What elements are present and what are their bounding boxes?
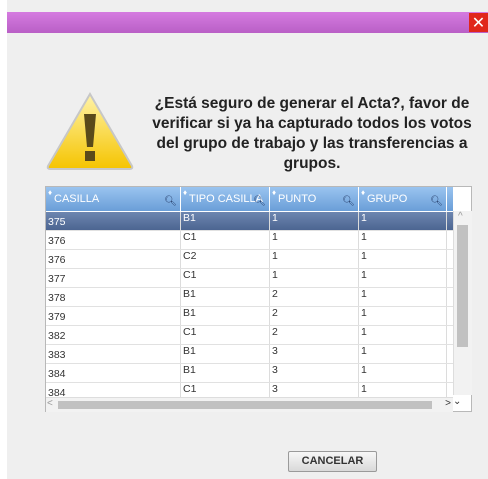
sort-icon[interactable]: ♦ bbox=[361, 181, 365, 205]
sort-icon[interactable]: ♦ bbox=[272, 181, 276, 205]
table-row[interactable]: 376 C1 1 1 bbox=[46, 231, 453, 250]
table-row[interactable]: 376 C2 1 1 bbox=[46, 250, 453, 269]
table-row[interactable]: 379 B1 2 1 bbox=[46, 307, 453, 326]
sort-icon[interactable]: ♦ bbox=[48, 181, 52, 205]
table-row[interactable]: 377 C1 1 1 bbox=[46, 269, 453, 288]
table-row[interactable]: 382 C1 2 1 bbox=[46, 326, 453, 345]
horizontal-scrollbar[interactable]: < > bbox=[46, 397, 453, 412]
search-icon[interactable]: 🔍︎ bbox=[253, 190, 266, 214]
confirmation-message: ¿Está seguro de generar el Acta?, favor … bbox=[152, 95, 472, 172]
table-row[interactable]: 375 B1 1 1 bbox=[46, 212, 453, 231]
column-header-tipo-casilla[interactable]: ♦ TIPO CASILLA 🔍︎ bbox=[181, 187, 270, 211]
scroll-right-icon[interactable]: > bbox=[445, 398, 451, 409]
table-row[interactable]: 384 C1 3 1 bbox=[46, 383, 453, 397]
table-body: 375 B1 1 1 376 C1 1 1 376 C2 1 1 377 C1 … bbox=[46, 212, 453, 397]
table-row[interactable]: 384 B1 3 1 bbox=[46, 364, 453, 383]
column-header-punto[interactable]: ♦ PUNTO 🔍︎ bbox=[270, 187, 359, 211]
column-header-casilla[interactable]: ♦ CASILLA 🔍︎ bbox=[46, 187, 181, 211]
search-icon[interactable]: 🔍︎ bbox=[164, 190, 177, 214]
vertical-scroll-thumb[interactable] bbox=[457, 225, 468, 347]
search-icon[interactable]: 🔍︎ bbox=[430, 190, 443, 214]
horizontal-scroll-thumb[interactable] bbox=[58, 401, 432, 409]
casillas-table: ♦ CASILLA 🔍︎ ♦ TIPO CASILLA 🔍︎ ♦ PUNTO 🔍… bbox=[45, 186, 472, 412]
table-row[interactable]: 383 B1 3 1 bbox=[46, 345, 453, 364]
search-icon[interactable]: 🔍︎ bbox=[342, 190, 355, 214]
warning-icon bbox=[46, 92, 134, 170]
scroll-left-icon[interactable]: < bbox=[47, 398, 53, 409]
column-header-grupo[interactable]: ♦ GRUPO 🔍︎ bbox=[359, 187, 447, 211]
scroll-down-icon[interactable]: ⌄ bbox=[453, 396, 461, 407]
cancel-button[interactable]: CANCELAR bbox=[288, 451, 377, 472]
sort-icon[interactable]: ♦ bbox=[183, 181, 187, 205]
confirm-dialog: ✕ ¿Está seguro de generar el Acta?, favo… bbox=[7, 0, 488, 479]
table-row[interactable]: 378 B1 2 1 bbox=[46, 288, 453, 307]
vertical-scrollbar[interactable]: ^ bbox=[453, 211, 472, 395]
close-icon[interactable]: ✕ bbox=[469, 13, 488, 32]
scroll-up-icon[interactable]: ^ bbox=[458, 211, 463, 222]
title-bar: ✕ bbox=[7, 12, 488, 33]
table-header: ♦ CASILLA 🔍︎ ♦ TIPO CASILLA 🔍︎ ♦ PUNTO 🔍… bbox=[46, 187, 453, 211]
